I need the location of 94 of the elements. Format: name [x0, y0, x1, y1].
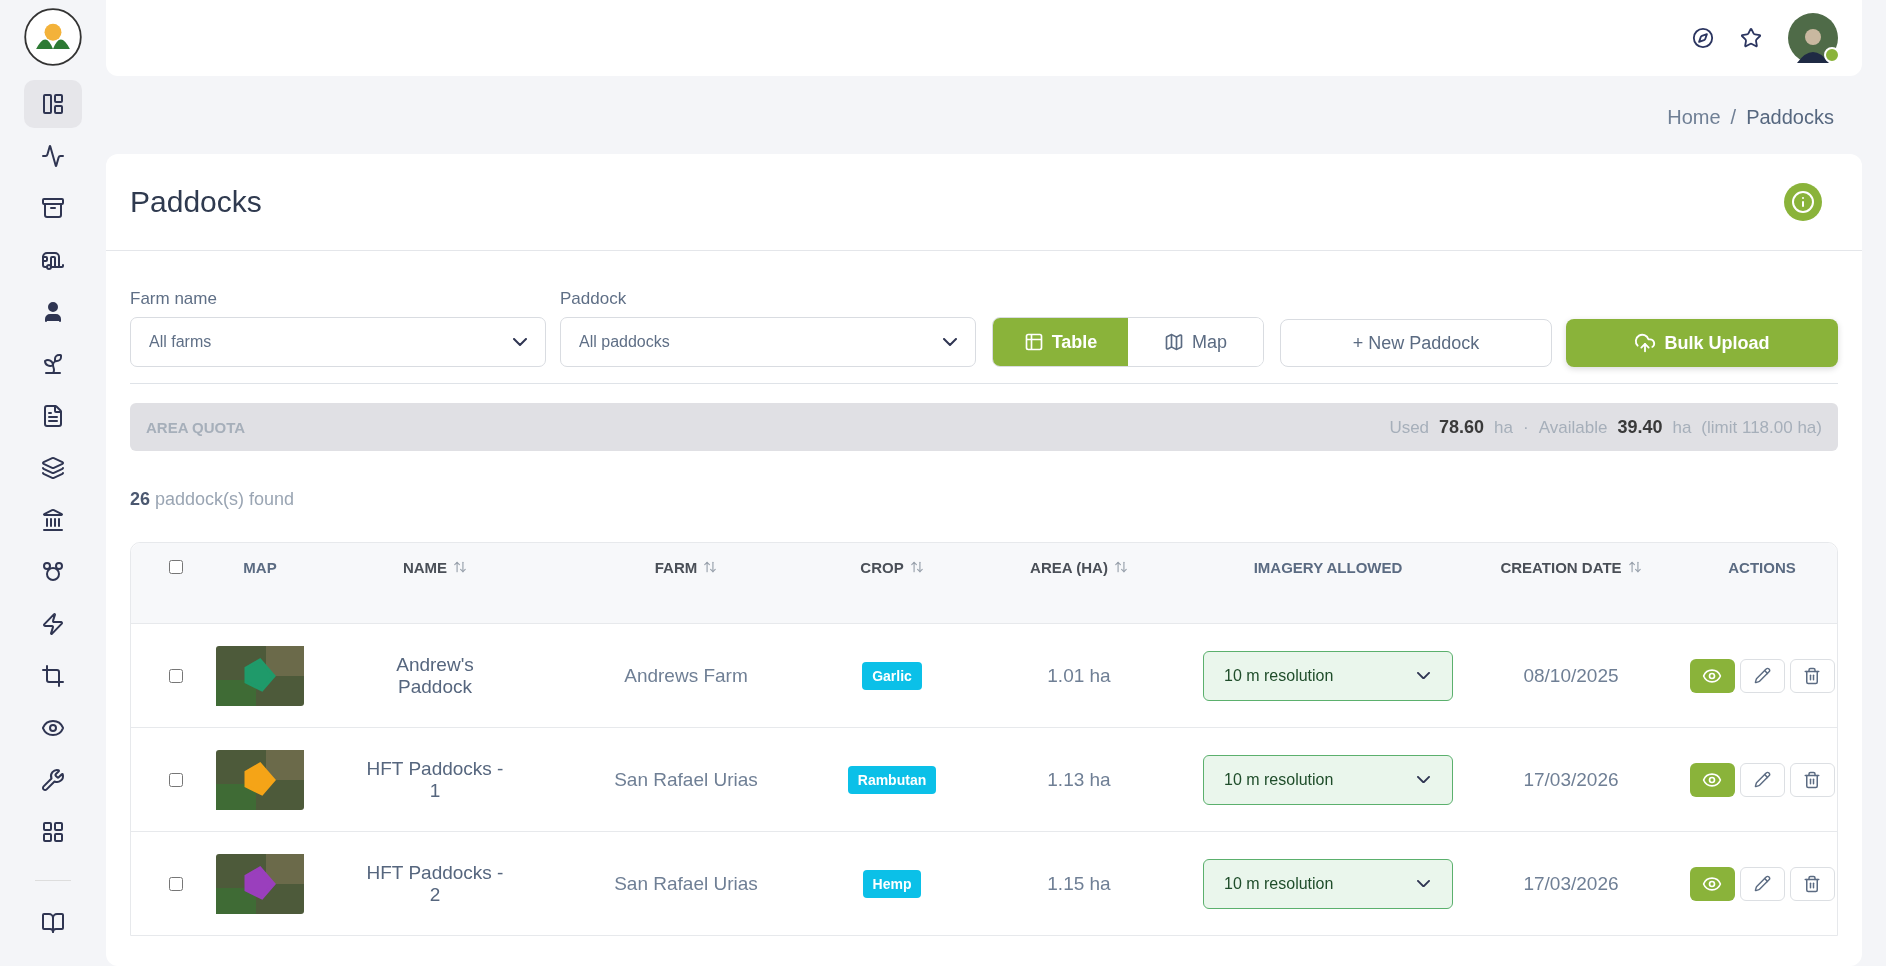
- farm-name: San Rafael Urias: [614, 872, 758, 895]
- filter-label: Paddock: [560, 289, 628, 309]
- delete-button[interactable]: [1789, 866, 1835, 901]
- quota-value: 39.40: [1617, 416, 1663, 438]
- circles-icon: [41, 560, 65, 584]
- table-icon: [1023, 332, 1044, 352]
- compass-button[interactable]: [1692, 27, 1714, 49]
- new-paddock-button[interactable]: + New Paddock: [1280, 319, 1552, 367]
- edit-button[interactable]: [1739, 658, 1785, 693]
- delete-button[interactable]: [1789, 762, 1835, 797]
- chevron-down-icon: [513, 338, 527, 346]
- book-icon: [41, 911, 65, 935]
- sort-icon: [1627, 560, 1642, 575]
- quota-text: Available: [1538, 417, 1608, 438]
- chevron-down-icon: [943, 338, 957, 346]
- imagery-select[interactable]: 10 m resolution: [1203, 650, 1453, 701]
- sidebar-item[interactable]: [24, 80, 82, 128]
- trash-icon: [1803, 666, 1821, 685]
- paddock-name: Andrew's Paddock: [395, 653, 475, 698]
- crop-tag: Rambutan: [847, 765, 937, 794]
- paddock-name: HFT Paddocks - 1: [365, 757, 505, 802]
- edit-button[interactable]: [1739, 762, 1785, 797]
- sort-icon: [909, 560, 924, 575]
- area-value: 1.15 ha: [1047, 872, 1111, 895]
- page-title: Paddocks: [130, 185, 262, 219]
- row-checkbox[interactable]: [169, 772, 183, 787]
- column-header[interactable]: FARM: [545, 558, 827, 576]
- row-checkbox[interactable]: [169, 876, 183, 891]
- logo-icon: [24, 8, 82, 66]
- row-checkbox[interactable]: [169, 668, 183, 683]
- column-header[interactable]: CROP: [827, 558, 957, 576]
- chevron-down-icon: [1417, 671, 1430, 680]
- sort-icon: [703, 560, 718, 575]
- trash-icon: [1803, 770, 1821, 789]
- pulse-icon: [41, 144, 65, 168]
- creation-date: 17/03/2026: [1523, 768, 1619, 791]
- imagery-select[interactable]: 10 m resolution: [1203, 858, 1453, 909]
- sort-icon: [453, 560, 468, 575]
- avatar[interactable]: [1788, 13, 1838, 63]
- column-header[interactable]: NAME: [325, 558, 545, 576]
- sprout-icon: [41, 352, 65, 376]
- delete-button[interactable]: [1789, 658, 1835, 693]
- column-header: ACTIONS: [1727, 558, 1797, 576]
- filter-label: Farm name: [130, 289, 218, 309]
- favorites-button[interactable]: [1740, 27, 1762, 49]
- wrench-icon: [41, 768, 65, 792]
- pencil-icon: [1753, 771, 1771, 788]
- star-icon: [1740, 27, 1762, 49]
- quota-label: AREA QUOTA: [146, 418, 246, 436]
- pencil-icon: [1753, 875, 1771, 892]
- quota-text: (limit 118.00 ha): [1701, 417, 1822, 438]
- creation-date: 17/03/2026: [1523, 872, 1619, 895]
- imagery-select[interactable]: 10 m resolution: [1203, 754, 1453, 805]
- breadcrumb-separator: /: [1730, 106, 1737, 129]
- bank-icon: [41, 508, 65, 532]
- trash-icon: [1803, 874, 1821, 893]
- quota-text: ha: [1494, 417, 1514, 438]
- crop-tag: Hemp: [862, 869, 922, 898]
- quota-value: 78.60: [1439, 416, 1485, 438]
- column-header: IMAGERY ALLOWED: [1252, 558, 1404, 576]
- layers-icon: [41, 456, 65, 480]
- compass-icon: [1692, 27, 1714, 49]
- filter-select[interactable]: All paddocks: [560, 317, 976, 367]
- crop-icon: [41, 664, 65, 688]
- farm-name: Andrews Farm: [624, 664, 748, 687]
- layout-icon: [41, 92, 65, 116]
- area-value: 1.01 ha: [1047, 664, 1111, 687]
- quota-text: ha: [1672, 417, 1692, 438]
- area-value: 1.13 ha: [1047, 768, 1111, 791]
- pencil-icon: [1753, 667, 1771, 684]
- column-header: MAP: [242, 558, 278, 576]
- creation-date: 08/10/2025: [1523, 664, 1619, 687]
- grid-icon: [41, 820, 65, 844]
- edit-button[interactable]: [1739, 866, 1785, 901]
- column-header[interactable]: CREATION DATE: [1455, 558, 1687, 576]
- column-header[interactable]: AREA (HA): [957, 558, 1201, 576]
- paddock-name: HFT Paddocks - 2: [365, 861, 505, 906]
- info-icon: [1791, 190, 1815, 214]
- chevron-down-icon: [1417, 775, 1430, 784]
- chevron-down-icon: [1417, 879, 1430, 888]
- sort-icon: [1113, 560, 1128, 575]
- lightning-icon: [41, 612, 65, 636]
- archive-icon: [41, 196, 65, 220]
- cloud-upload-icon: [1634, 332, 1657, 354]
- filter-select[interactable]: All farms: [130, 317, 546, 367]
- select-all-checkbox[interactable]: [169, 560, 183, 575]
- crop-tag: Garlic: [862, 661, 922, 690]
- farm-name: San Rafael Urias: [614, 768, 758, 791]
- quota-text: Used: [1389, 417, 1430, 438]
- quota-text: ·: [1523, 417, 1529, 438]
- map-icon: [1164, 332, 1184, 352]
- breadcrumb-link[interactable]: Home: [1667, 106, 1721, 129]
- document-icon: [41, 404, 65, 428]
- result-count: 26 paddock(s) found: [130, 489, 296, 510]
